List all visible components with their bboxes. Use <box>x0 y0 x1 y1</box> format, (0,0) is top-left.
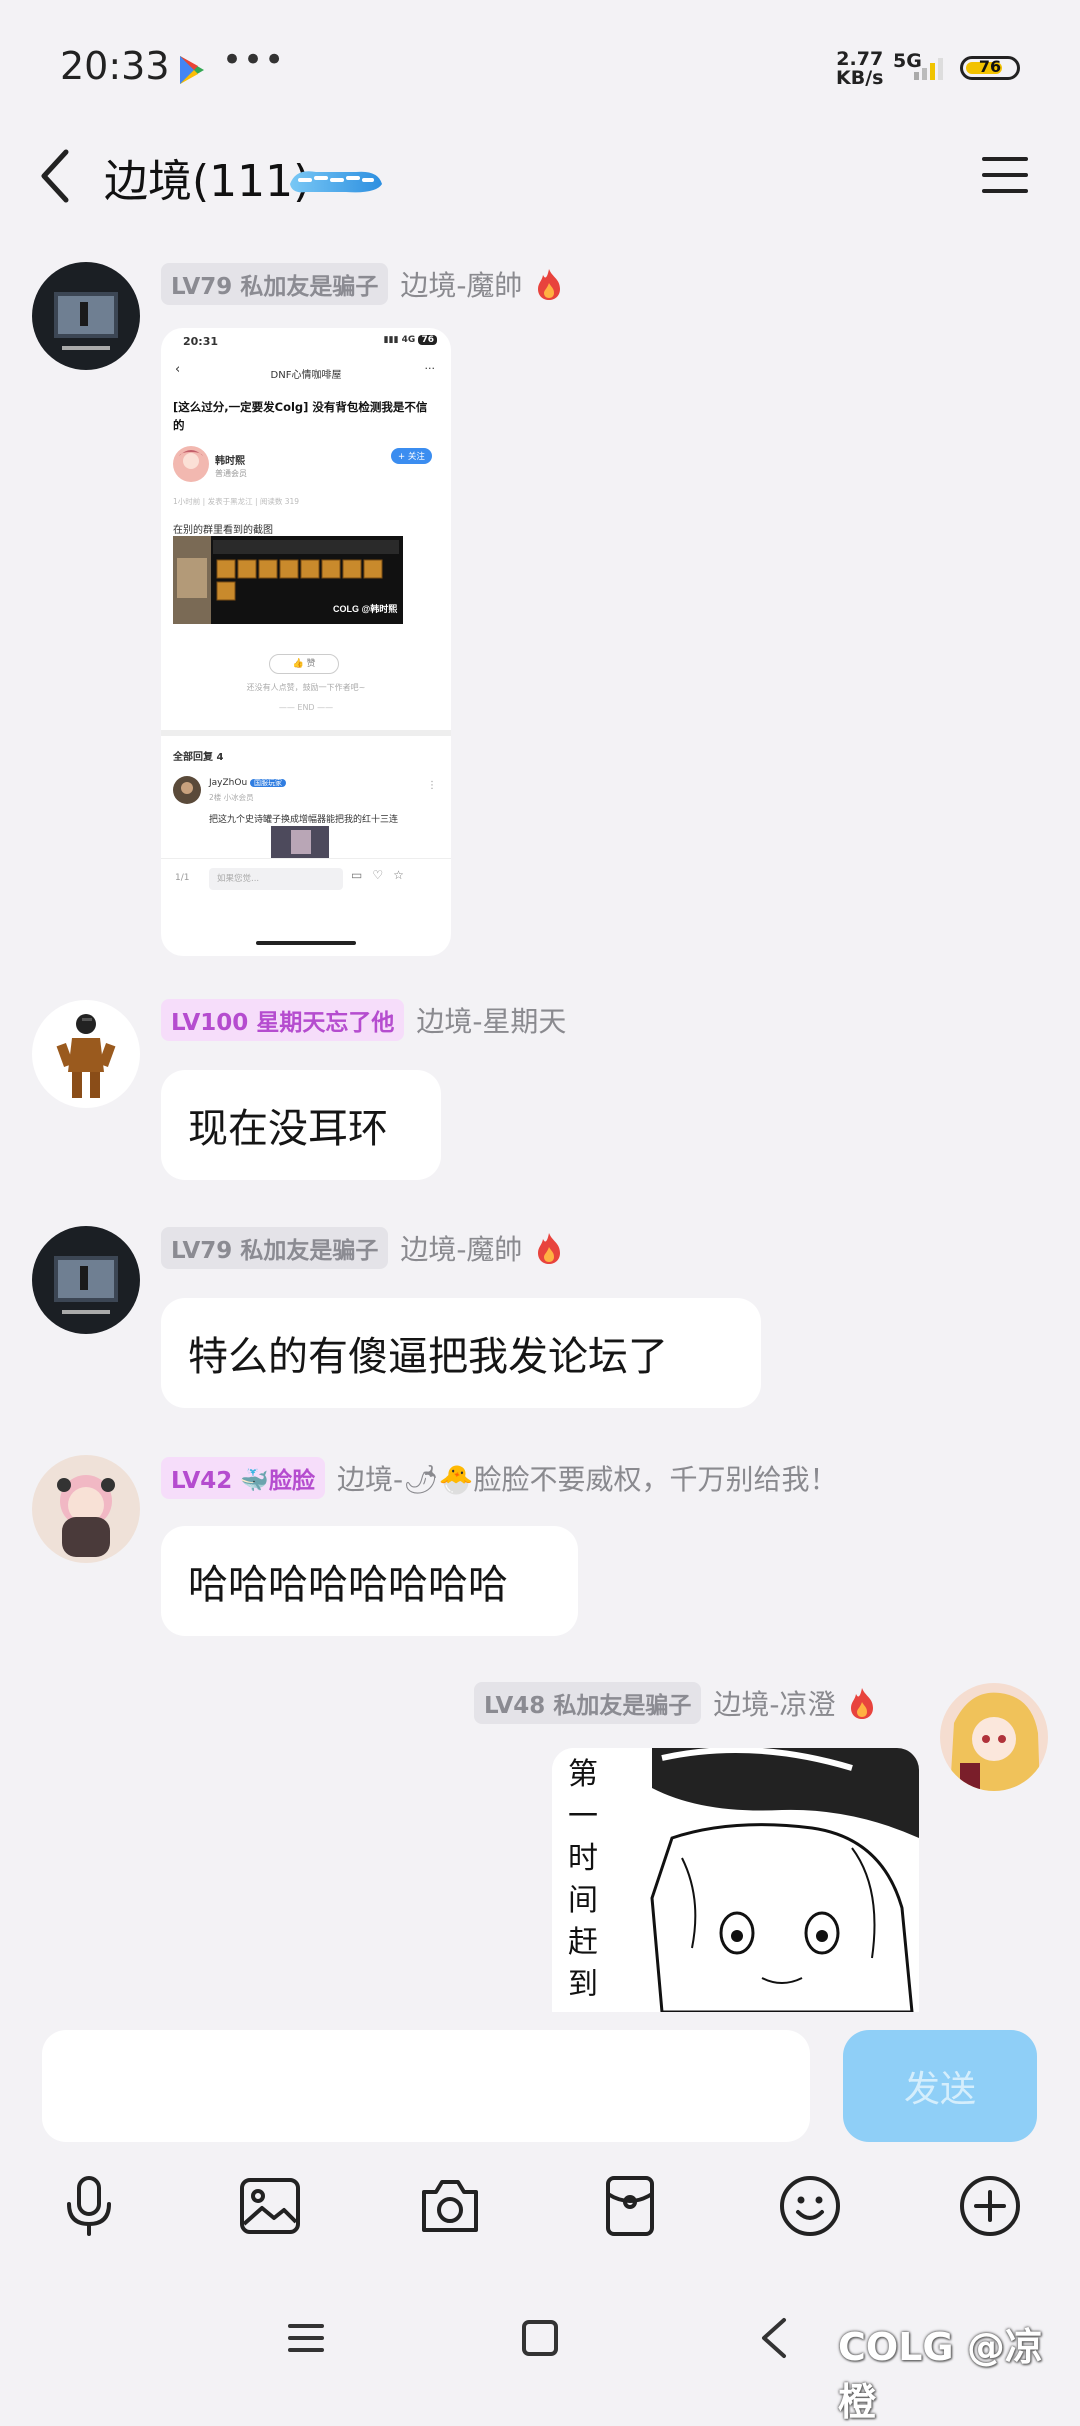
card-reply-avatar <box>173 776 201 804</box>
sender-name[interactable]: 边境-凉澄 <box>713 1683 835 1723</box>
manga-image <box>552 1748 919 2012</box>
camera-icon[interactable] <box>418 2174 482 2238</box>
message-meta: LV79 私加友是骗子 边境-魔帥 <box>161 263 564 305</box>
card-status-icons: ▮▮▮ 4G 76 <box>384 335 437 345</box>
sender-name[interactable]: 边境-星期天 <box>416 1000 566 1040</box>
sender-name[interactable]: 边境-🌶🐣脸脸不要威权，千万别给我！ <box>337 1458 838 1498</box>
card-body-text: 在别的群里看到的截图 <box>173 525 273 536</box>
message-meta: LV100 星期天忘了他 边境-星期天 <box>161 999 566 1041</box>
level-badge: LV79 私加友是骗子 <box>161 263 389 305</box>
message-bubble[interactable]: 哈哈哈哈哈哈哈哈 <box>161 1526 578 1636</box>
sender-name[interactable]: 边境-魔帥 <box>400 1228 522 1268</box>
card-like-button: 👍 赞 <box>269 654 339 674</box>
status-time: 20:33 <box>60 44 170 88</box>
page-title[interactable]: 边境(111) <box>104 145 310 209</box>
image-message[interactable]: 20:31 ▮▮▮ 4G 76 ‹ DNF心情咖啡屋 ··· [这么过分,一定要… <box>161 328 451 956</box>
card-home-indicator <box>256 941 356 945</box>
avatar[interactable] <box>32 262 140 370</box>
watermark: COLG @凉橙 <box>838 2325 1043 2424</box>
network-speed: 2.77 KB/s <box>836 48 884 89</box>
message-bubble[interactable]: 现在没耳环 <box>161 1070 441 1180</box>
card-footer-divider <box>161 858 451 859</box>
card-author-avatar <box>173 446 209 482</box>
card-action-icons: ▭♡☆ <box>351 868 414 882</box>
image-icon[interactable] <box>238 2174 302 2238</box>
card-like-hint: 还没有人点赞，鼓励一下作者吧~ <box>246 683 366 692</box>
card-end: —— END —— <box>278 703 334 712</box>
message-meta: LV79 私加友是骗子 边境-魔帥 <box>161 1227 564 1269</box>
battery-icon: 76 <box>960 56 1020 80</box>
card-reply-user: JayZhOu 国服玩家 <box>209 778 287 788</box>
nav-back-icon[interactable] <box>758 2316 790 2360</box>
play-store-icon <box>180 56 204 84</box>
avatar[interactable] <box>32 1455 140 1563</box>
back-icon[interactable] <box>36 146 76 206</box>
home-icon[interactable] <box>520 2318 560 2358</box>
sender-name[interactable]: 边境-魔帥 <box>400 264 522 304</box>
avatar[interactable] <box>940 1683 1048 1791</box>
card-post-title: [这么过分,一定要发Colg] 没有背包检测我是不信的 <box>173 400 428 432</box>
card-image-watermark: COLG @韩时熙 <box>333 603 397 614</box>
fire-icon <box>538 1233 561 1264</box>
card-meta-line: 1小时前 | 发表于黑龙江 | 阅读数 319 <box>173 497 300 506</box>
fire-icon <box>851 1688 874 1719</box>
card-reply-meta: 2楼 小冰会员 <box>209 793 254 802</box>
card-follow-button: + 关注 <box>391 448 432 464</box>
emoji-icon[interactable] <box>778 2174 842 2238</box>
more-notifications-icon: ••• <box>222 40 286 80</box>
card-author: 韩时熙 <box>215 456 245 467</box>
fire-icon <box>538 269 561 300</box>
level-badge: LV79 私加友是骗子 <box>161 1227 389 1269</box>
message-input[interactable] <box>42 2030 810 2142</box>
card-reply-more-icon: ⋮ <box>427 780 437 791</box>
level-badge: LV42 🐳脸脸 <box>161 1457 325 1499</box>
menu-icon[interactable] <box>980 155 1030 195</box>
card-status-time: 20:31 <box>183 335 219 348</box>
card-author-sub: 普通会员 <box>215 469 247 478</box>
battery-level: 76 <box>978 57 1002 76</box>
card-inventory-image: COLG @韩时熙 <box>173 536 403 624</box>
microphone-icon[interactable] <box>57 2174 121 2238</box>
group-badge-icon <box>290 171 382 193</box>
card-page-indicator: 1/1 <box>175 873 190 883</box>
avatar[interactable] <box>32 1226 140 1334</box>
message-bubble[interactable]: 特么的有傻逼把我发论坛了 <box>161 1298 761 1408</box>
red-packet-icon[interactable] <box>598 2174 662 2238</box>
card-replies-label: 全部回复 4 <box>173 752 224 763</box>
message-meta: LV42 🐳脸脸 边境-🌶🐣脸脸不要威权，千万别给我！ <box>161 1457 838 1499</box>
level-badge: LV48 私加友是骗子 <box>474 1682 702 1724</box>
card-page-title: DNF心情咖啡屋 <box>270 370 342 381</box>
card-reply-image <box>271 826 329 858</box>
card-reply-text: 把这九个史诗罐子换成增幅器能把我的红十三连 <box>209 815 399 825</box>
image-message[interactable]: 第一时间赶到现场嘞 <box>552 1748 919 2012</box>
card-comment-input: 如果您觉... <box>209 868 343 890</box>
message-meta: LV48 私加友是骗子 边境-凉澄 <box>474 1682 877 1724</box>
send-button[interactable]: 发送 <box>843 2030 1037 2142</box>
signal-icon <box>914 58 943 80</box>
level-badge: LV100 星期天忘了他 <box>161 999 405 1041</box>
card-divider <box>161 730 451 736</box>
recent-apps-icon[interactable] <box>286 2318 326 2358</box>
manga-text: 第一时间赶到现场嘞 <box>568 1757 598 2012</box>
card-more-icon: ··· <box>424 362 436 375</box>
avatar[interactable] <box>32 1000 140 1108</box>
plus-icon[interactable] <box>958 2174 1022 2238</box>
